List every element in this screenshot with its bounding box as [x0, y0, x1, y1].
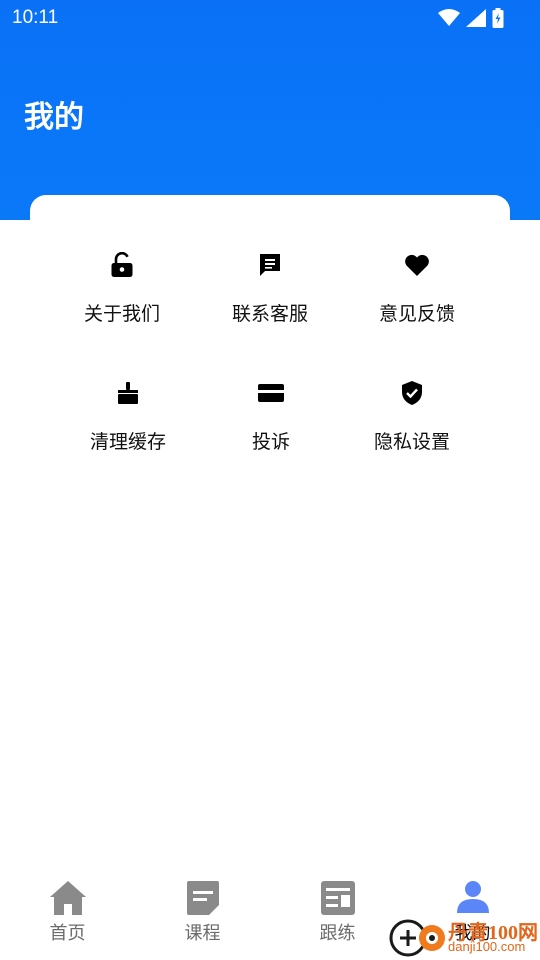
bottom-tab-bar: 首页 课程 跟练 我的: [0, 868, 540, 960]
unlock-icon: [108, 251, 136, 279]
practice-icon: [318, 878, 358, 918]
tab-label: 课程: [184, 923, 221, 944]
menu-item-label: 联系客服: [231, 303, 308, 325]
cell-signal-icon: [466, 9, 486, 27]
home-icon: [48, 878, 88, 918]
message-icon: [256, 251, 284, 279]
heart-icon: [403, 251, 431, 279]
battery-charging-icon: [492, 8, 504, 28]
menu-item-contact-service[interactable]: 联系客服: [195, 251, 345, 341]
menu-item-about-us[interactable]: 关于我们: [47, 251, 197, 341]
tab-label: 首页: [49, 923, 86, 944]
tab-mine[interactable]: 我的: [405, 868, 540, 960]
status-time: 10:11: [12, 7, 59, 28]
menu-item-label: 投诉: [251, 431, 290, 453]
menu-item-clear-cache[interactable]: 清理缓存: [53, 379, 203, 469]
tab-course[interactable]: 课程: [135, 868, 270, 960]
menu-item-label: 意见反馈: [378, 303, 455, 325]
tab-practice[interactable]: 跟练: [270, 868, 405, 960]
menu-item-privacy-settings[interactable]: 隐私设置: [337, 379, 487, 469]
menu-item-feedback[interactable]: 意见反馈: [342, 251, 492, 341]
credit-card-icon: [257, 379, 285, 407]
user-icon: [453, 878, 493, 918]
status-bar: 10:11: [0, 0, 540, 36]
tab-label: 跟练: [319, 923, 356, 944]
menu-item-label: 清理缓存: [89, 431, 166, 453]
wifi-icon: [438, 9, 460, 27]
menu-item-label: 关于我们: [83, 303, 160, 325]
menu-item-complaint[interactable]: 投诉: [196, 379, 346, 469]
course-icon: [183, 878, 223, 918]
tab-home[interactable]: 首页: [0, 868, 135, 960]
shield-check-icon: [398, 379, 426, 407]
status-icons: [438, 8, 504, 28]
tab-label: 我的: [454, 923, 491, 944]
brush-icon: [114, 379, 142, 407]
page-title: 我的: [24, 100, 84, 135]
menu-item-label: 隐私设置: [373, 431, 450, 453]
